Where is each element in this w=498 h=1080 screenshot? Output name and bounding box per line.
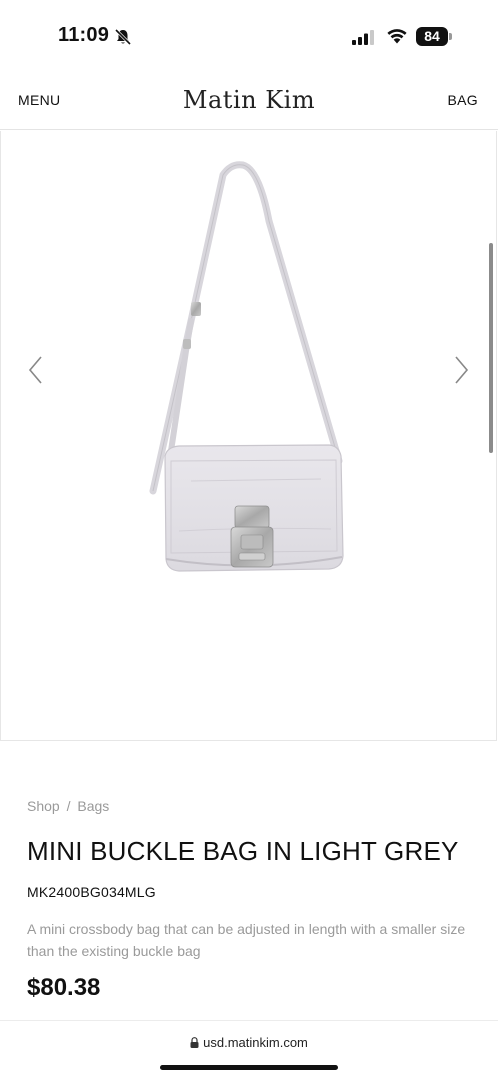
breadcrumb-shop[interactable]: Shop [27, 798, 60, 814]
wifi-icon [387, 29, 407, 44]
product-sku: MK2400BG034MLG [27, 884, 156, 900]
breadcrumb-bags[interactable]: Bags [77, 798, 109, 814]
lock-icon [190, 1037, 199, 1048]
status-bar: 11:09 84 [0, 0, 498, 72]
chevron-right-icon[interactable] [450, 353, 472, 387]
browser-address-bar[interactable]: usd.matinkim.com [0, 1020, 498, 1080]
product-description: A mini crossbody bag that can be adjuste… [27, 921, 466, 959]
product-image [149, 161, 344, 572]
breadcrumb: Shop / Bags [27, 798, 109, 814]
site-header: MENU Matin Kim BAG [0, 72, 498, 130]
product-price: $80.38 [27, 974, 101, 1001]
scrollbar-thumb[interactable] [489, 243, 493, 453]
bag-button[interactable]: BAG [448, 92, 478, 108]
battery-cap [449, 33, 452, 40]
url-text: usd.matinkim.com [203, 1035, 308, 1050]
product-title: MINI BUCKLE BAG IN LIGHT GREY [27, 836, 459, 866]
product-gallery[interactable] [0, 131, 497, 741]
home-indicator[interactable] [160, 1065, 338, 1070]
chevron-left-icon[interactable] [25, 353, 47, 387]
cellular-signal-icon [352, 30, 374, 45]
battery-level: 84 [416, 27, 448, 46]
status-time: 11:09 [58, 24, 110, 46]
bell-slash-icon [114, 28, 132, 46]
url-display[interactable]: usd.matinkim.com [0, 1035, 498, 1050]
battery-indicator: 84 [416, 27, 452, 46]
site-logo[interactable]: Matin Kim [0, 86, 498, 114]
breadcrumb-separator: / [66, 798, 71, 814]
